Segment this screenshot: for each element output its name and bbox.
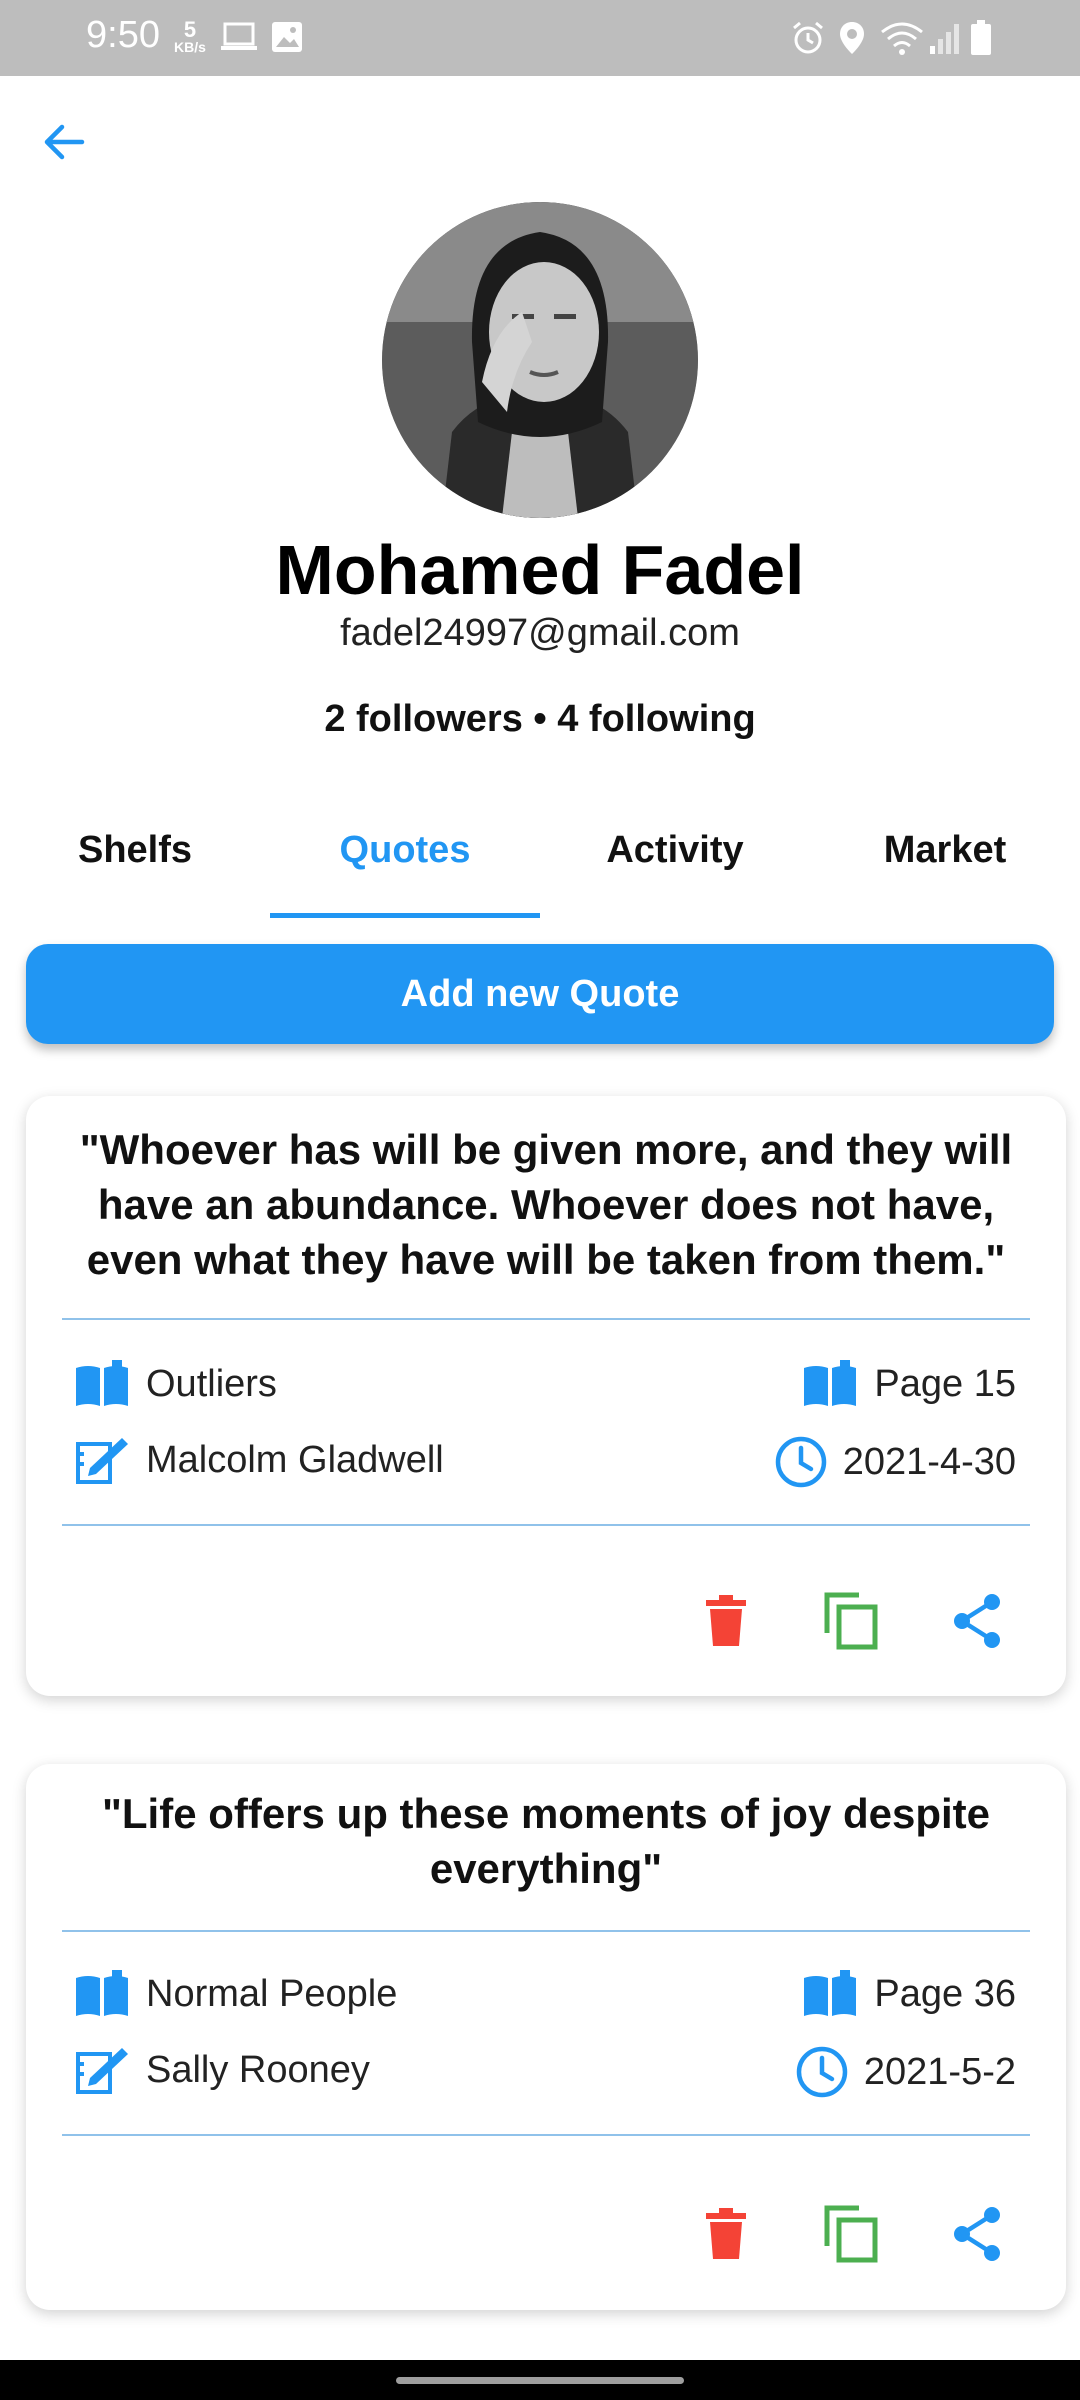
- quote-page-number: Page 36: [874, 1972, 1016, 2015]
- quote-book-title: Normal People: [146, 1972, 398, 2015]
- divider: [62, 2134, 1030, 2136]
- divider: [62, 1318, 1030, 1320]
- delete-button[interactable]: [691, 2199, 761, 2269]
- quote-book-title: Outliers: [146, 1362, 277, 1405]
- quote-date: 2021-5-2: [794, 2044, 1016, 2100]
- delete-button[interactable]: [691, 1586, 761, 1656]
- quote-date: 2021-4-30: [773, 1434, 1016, 1490]
- copy-icon: [824, 1592, 878, 1650]
- battery-icon: [970, 20, 992, 61]
- book-icon: [76, 1360, 128, 1406]
- avatar: [382, 202, 698, 518]
- tab-quotes[interactable]: Quotes: [270, 800, 540, 918]
- profile-tabs: Shelfs Quotes Activity Market: [0, 800, 1080, 918]
- quote-page: Page 36: [800, 1968, 1016, 2020]
- quote-author-name: Sally Rooney: [146, 2048, 370, 2091]
- author-icon: [76, 2048, 128, 2094]
- wifi-icon: [880, 20, 924, 61]
- quote-page: Page 15: [800, 1358, 1016, 1410]
- status-time: 9:50: [86, 14, 160, 56]
- profile-email: fadel24997@gmail.com: [340, 612, 740, 654]
- quote-author-name: Malcolm Gladwell: [146, 1438, 444, 1481]
- copy-icon: [824, 2205, 878, 2263]
- share-button[interactable]: [942, 2199, 1012, 2269]
- quote-book: Normal People: [72, 1968, 397, 2020]
- divider: [62, 1524, 1030, 1526]
- profile-name: Mohamed Fadel: [275, 531, 805, 609]
- quote-date-value: 2021-5-2: [863, 2050, 1016, 2093]
- quote-text: "Whoever has will be given more, and the…: [79, 1126, 1013, 1283]
- alarm-icon: [790, 20, 826, 61]
- share-icon: [954, 2207, 1000, 2261]
- trash-icon: [706, 2208, 746, 2259]
- quote-author: Malcolm Gladwell: [72, 1434, 444, 1486]
- back-button[interactable]: [30, 108, 98, 176]
- divider: [62, 1930, 1030, 1932]
- location-icon: [838, 20, 866, 61]
- book-icon: [76, 1970, 128, 2016]
- quote-author: Sally Rooney: [72, 2044, 370, 2096]
- signal-icon: [928, 20, 962, 61]
- network-speed: 5 KB/s: [174, 17, 206, 55]
- tab-market[interactable]: Market: [810, 800, 1080, 918]
- author-icon: [76, 1438, 128, 1484]
- clock-icon: [796, 2046, 848, 2098]
- trash-icon: [706, 1595, 746, 1646]
- image-icon: [270, 20, 304, 59]
- add-quote-button[interactable]: Add new Quote: [26, 944, 1054, 1044]
- quote-text: "Life offers up these moments of joy des…: [101, 1790, 991, 1892]
- arrow-back-icon: [44, 124, 85, 160]
- copy-button[interactable]: [816, 2199, 886, 2269]
- quote-page-number: Page 15: [874, 1362, 1016, 1405]
- quote-card: "Life offers up these moments of joy des…: [26, 1764, 1066, 2310]
- quote-book: Outliers: [72, 1358, 277, 1410]
- quote-date-value: 2021-4-30: [842, 1440, 1016, 1483]
- status-bar: 9:50 5 KB/s: [0, 0, 1080, 76]
- follow-stats[interactable]: 2 followers • 4 following: [0, 698, 1080, 741]
- book-icon: [804, 1360, 857, 1406]
- clock-icon: [775, 1436, 826, 1488]
- copy-button[interactable]: [816, 1586, 886, 1656]
- tab-activity[interactable]: Activity: [540, 800, 810, 918]
- share-icon: [954, 1594, 1000, 1648]
- network-speed-unit: KB/s: [174, 39, 206, 55]
- network-speed-value: 5: [183, 17, 197, 42]
- share-button[interactable]: [942, 1586, 1012, 1656]
- system-nav-bar: [0, 2360, 1080, 2400]
- quote-card: "Whoever has will be given more, and the…: [26, 1096, 1066, 1696]
- laptop-icon: [220, 20, 258, 59]
- book-icon: [804, 1970, 857, 2016]
- tab-shelfs[interactable]: Shelfs: [0, 800, 270, 918]
- home-gesture-handle[interactable]: [396, 2377, 684, 2384]
